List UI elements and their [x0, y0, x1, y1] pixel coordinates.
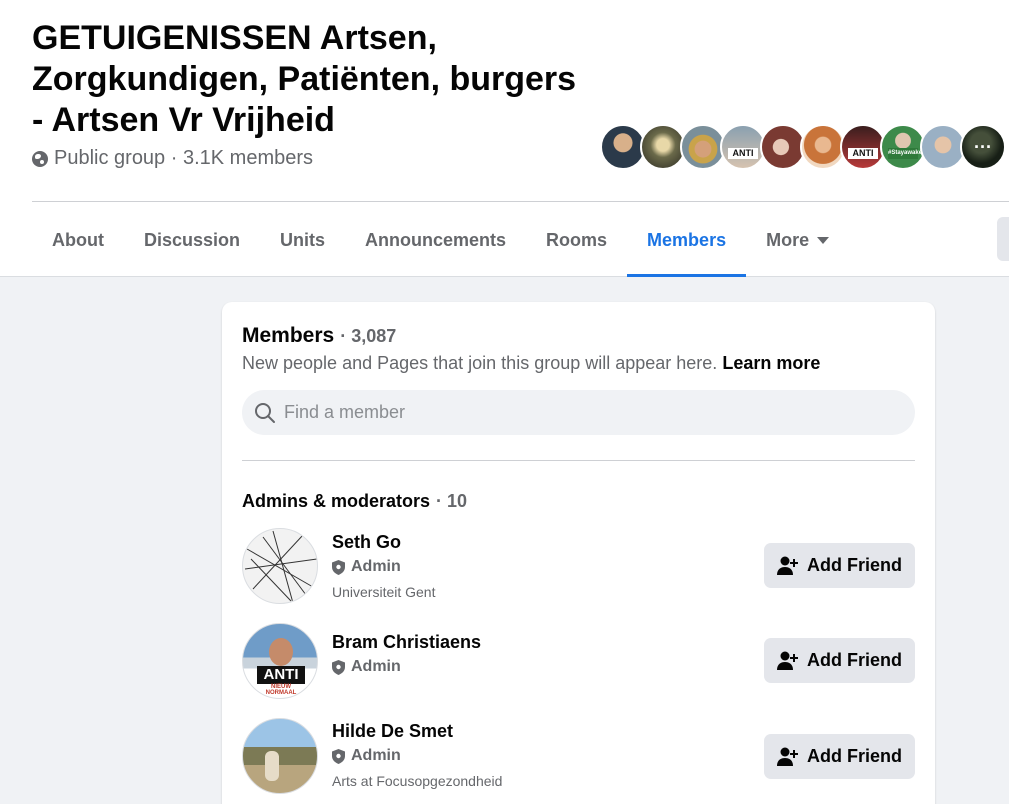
member-meta: Universiteit Gent	[332, 584, 436, 600]
anti-badge-sub: NIEUW NORMAAL	[265, 684, 297, 696]
member-role: Admin	[332, 747, 401, 765]
globe-icon	[32, 150, 48, 167]
admins-count: · 10	[436, 491, 468, 511]
avatar-face	[269, 638, 293, 666]
tab-more-label: More	[766, 230, 810, 250]
section-divider	[242, 460, 915, 461]
admins-heading: Admins & moderators · 10	[242, 491, 467, 512]
facepile-badge: ANTI	[848, 148, 878, 159]
list-item: Hilde De Smet Admin Arts at Focusopgezon…	[242, 718, 915, 794]
members-subtitle: New people and Pages that join this grou…	[242, 353, 820, 374]
avatar[interactable]	[242, 528, 318, 604]
group-header: GETUIGENISSEN Artsen, Zorgkundigen, Pati…	[0, 0, 1009, 277]
member-meta: Arts at Focusopgezondheid	[332, 773, 503, 789]
members-count: · 3,087	[340, 326, 397, 346]
add-friend-label: Add Friend	[807, 746, 902, 766]
header-divider	[32, 201, 1009, 202]
member-search-input[interactable]	[284, 402, 884, 423]
shield-icon	[332, 659, 345, 675]
group-meta: Public group · 3.1K members	[32, 147, 313, 170]
shield-icon	[332, 748, 345, 764]
members-heading: Members · 3,087	[242, 324, 396, 348]
list-item: ANTI NIEUW NORMAAL Bram Christiaens Admi…	[242, 623, 915, 699]
member-name[interactable]: Seth Go	[332, 532, 401, 553]
member-role-label: Admin	[351, 747, 401, 764]
member-role-label: Admin	[351, 658, 401, 675]
abstract-lines-icon	[244, 530, 317, 603]
facepile-badge: #Stayawake	[888, 148, 922, 159]
add-friend-icon	[777, 556, 798, 575]
add-friend-label: Add Friend	[807, 650, 902, 670]
add-friend-icon	[777, 747, 798, 766]
member-facepile[interactable]: ANTI ANTI #Stayawake ···	[600, 124, 1006, 170]
tab-rooms[interactable]: Rooms	[526, 204, 627, 277]
group-title[interactable]: GETUIGENISSEN Artsen, Zorgkundigen, Pati…	[32, 18, 592, 141]
facepile-avatar[interactable]: ···	[960, 124, 1006, 170]
group-tabs: About Discussion Units Announcements Roo…	[32, 204, 849, 277]
avatar-person	[265, 751, 279, 781]
shield-icon	[332, 559, 345, 575]
learn-more-link[interactable]: Learn more	[722, 353, 820, 373]
add-friend-button[interactable]: Add Friend	[764, 734, 915, 779]
tab-announcements[interactable]: Announcements	[345, 204, 526, 277]
search-icon	[255, 402, 275, 423]
tab-about[interactable]: About	[32, 204, 124, 277]
add-friend-button[interactable]: Add Friend	[764, 543, 915, 588]
tab-more[interactable]: More	[746, 204, 849, 277]
avatar[interactable]	[242, 718, 318, 794]
tab-discussion[interactable]: Discussion	[124, 204, 260, 277]
anti-badge: ANTI	[257, 666, 305, 684]
add-friend-label: Add Friend	[807, 555, 902, 575]
member-role: Admin	[332, 658, 401, 676]
member-search[interactable]	[242, 390, 915, 435]
add-friend-button[interactable]: Add Friend	[764, 638, 915, 683]
more-icon[interactable]: ···	[962, 126, 1004, 168]
member-name[interactable]: Bram Christiaens	[332, 632, 481, 653]
caret-down-icon	[817, 237, 830, 244]
member-role: Admin	[332, 558, 401, 576]
members-card: Members · 3,087 New people and Pages tha…	[222, 302, 935, 804]
header-action-button[interactable]	[997, 217, 1009, 261]
list-item: Seth Go Admin Universiteit Gent Add Frie…	[242, 528, 915, 604]
tab-units[interactable]: Units	[260, 204, 345, 277]
group-privacy-members[interactable]: Public group · 3.1K members	[54, 147, 313, 170]
member-name[interactable]: Hilde De Smet	[332, 721, 453, 742]
facepile-badge: ANTI	[728, 148, 758, 159]
members-title: Members	[242, 324, 335, 347]
avatar[interactable]: ANTI NIEUW NORMAAL	[242, 623, 318, 699]
members-subtitle-text: New people and Pages that join this grou…	[242, 353, 718, 373]
tab-members[interactable]: Members	[627, 204, 747, 277]
member-role-label: Admin	[351, 558, 401, 575]
add-friend-icon	[777, 651, 798, 670]
admins-title: Admins & moderators	[242, 491, 431, 511]
